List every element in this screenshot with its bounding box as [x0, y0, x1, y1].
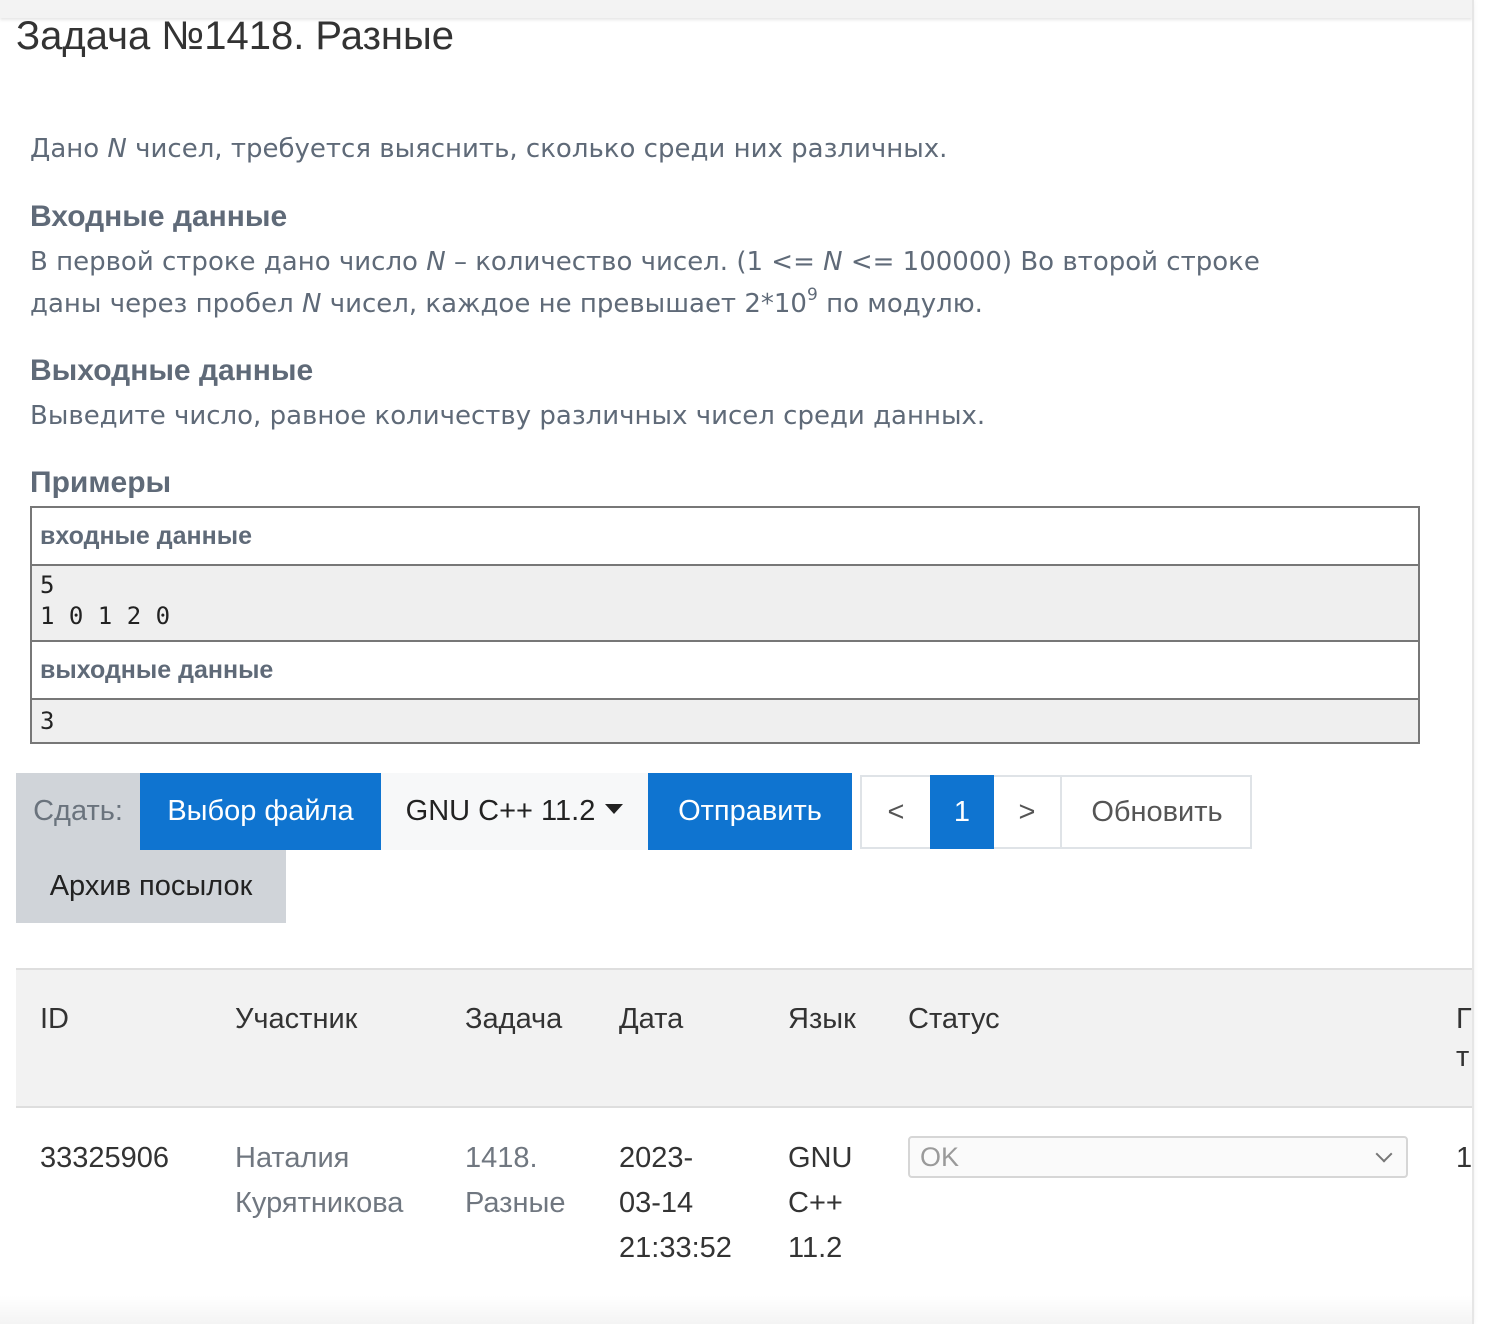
table-header: ID Участник Задача Дата Язык Статус Гт [16, 968, 1472, 1108]
input-description: В первой строке дано число N – количеств… [30, 241, 1420, 325]
date-line: 2023- [619, 1142, 694, 1174]
bottom-shadow [0, 1296, 1472, 1324]
page-frame: Задача №1418. Разные Дано N чисел, требу… [0, 0, 1472, 1324]
input-text-part: <= 100000) Во второй строке [842, 247, 1260, 277]
exponent: 9 [806, 285, 818, 306]
submission-language: GNU C++ 11.2 [788, 1136, 852, 1271]
statement-text: Дано [30, 134, 108, 164]
problem-statement: Дано N чисел, требуется выяснить, скольк… [30, 128, 1420, 170]
page-1-button[interactable]: 1 [930, 775, 994, 849]
refresh-button[interactable]: Обновить [1062, 775, 1252, 849]
send-button[interactable]: Отправить [648, 773, 852, 850]
input-text-part: В первой строке дано число [30, 247, 427, 277]
col-date[interactable]: Дата [619, 1000, 683, 1038]
input-text-part: по модулю. [817, 289, 983, 319]
examples-box: входные данные 5 1 0 1 2 0 выходные данны… [30, 506, 1420, 744]
col-language[interactable]: Язык [788, 1000, 856, 1038]
submit-label: Сдать: [16, 773, 140, 850]
language-line: 11.2 [788, 1232, 843, 1264]
chevron-down-icon [1375, 1145, 1393, 1163]
participant-line: Курятникова [235, 1187, 404, 1219]
language-value: GNU C++ 11.2 [405, 795, 596, 827]
example-input-line: 1 0 1 2 0 [40, 602, 171, 630]
participant-name: Наталия Курятникова [235, 1136, 403, 1226]
status-value: OK [920, 1142, 960, 1172]
example-output: 3 [32, 700, 1418, 742]
input-section-title: Входные данные [30, 200, 288, 233]
language-line: GNU [788, 1142, 853, 1174]
output-description: Выведите число, равное количеству различ… [30, 401, 986, 431]
task-line: Разные [465, 1187, 566, 1219]
task-line: 1418. [465, 1142, 538, 1174]
prev-page-button[interactable]: < [862, 775, 930, 849]
submissions-table: ID Участник Задача Дата Язык Статус Гт 3… [16, 968, 1472, 1324]
table-row: 33325906 Наталия Курятникова 1418. Разные … [16, 1108, 1472, 1324]
example-input-header: входные данные [32, 508, 1418, 566]
choose-file-button[interactable]: Выбор файла [140, 773, 381, 850]
page-title: Задача №1418. Разные [16, 14, 455, 58]
date-line: 03-14 [619, 1187, 694, 1219]
window-edge [1472, 0, 1474, 1324]
status-select[interactable]: OK [908, 1136, 1408, 1178]
language-line: C++ [788, 1187, 843, 1219]
language-dropdown[interactable]: GNU C++ 11.2 [381, 773, 648, 850]
next-page-button[interactable]: > [994, 775, 1062, 849]
input-variable: N [823, 247, 843, 277]
example-input-line: 5 [40, 571, 55, 599]
caret-down-icon [605, 804, 624, 815]
col-id[interactable]: ID [40, 1000, 69, 1038]
input-text-part: даны через пробел [30, 289, 302, 319]
input-variable: N [426, 247, 446, 277]
col-extra-line: т [1456, 1041, 1470, 1073]
statement-text-rest: чисел, требуется выяснить, сколько среди… [126, 134, 948, 164]
submission-id: 33325906 [40, 1142, 170, 1174]
participant-line: Наталия [235, 1142, 350, 1174]
example-input: 5 1 0 1 2 0 [32, 566, 1418, 642]
col-extra-line: Г [1456, 1003, 1472, 1035]
extra-cell: 1 [1456, 1142, 1472, 1174]
col-status[interactable]: Статус [908, 1000, 1000, 1038]
submissions-archive-button[interactable]: Архив посылок [16, 850, 286, 923]
col-extra[interactable]: Гт [1456, 1000, 1472, 1076]
input-variable: N [301, 289, 322, 319]
col-participant[interactable]: Участник [235, 1000, 357, 1038]
input-text-part: чисел, каждое не превышает 2*10 [321, 289, 807, 319]
statement-variable: N [107, 134, 127, 164]
date-line: 21:33:52 [619, 1232, 732, 1264]
submission-date: 2023- 03-14 21:33:52 [619, 1136, 732, 1271]
task-link[interactable]: 1418. Разные [465, 1136, 565, 1226]
pagination: < 1 > Обновить [860, 775, 1252, 849]
example-output-header: выходные данные [32, 642, 1418, 700]
examples-section-title: Примеры [30, 466, 172, 499]
output-section-title: Выходные данные [30, 354, 314, 387]
col-task[interactable]: Задача [465, 1000, 562, 1038]
input-text-part: – количество чисел. (1 <= [445, 247, 824, 277]
